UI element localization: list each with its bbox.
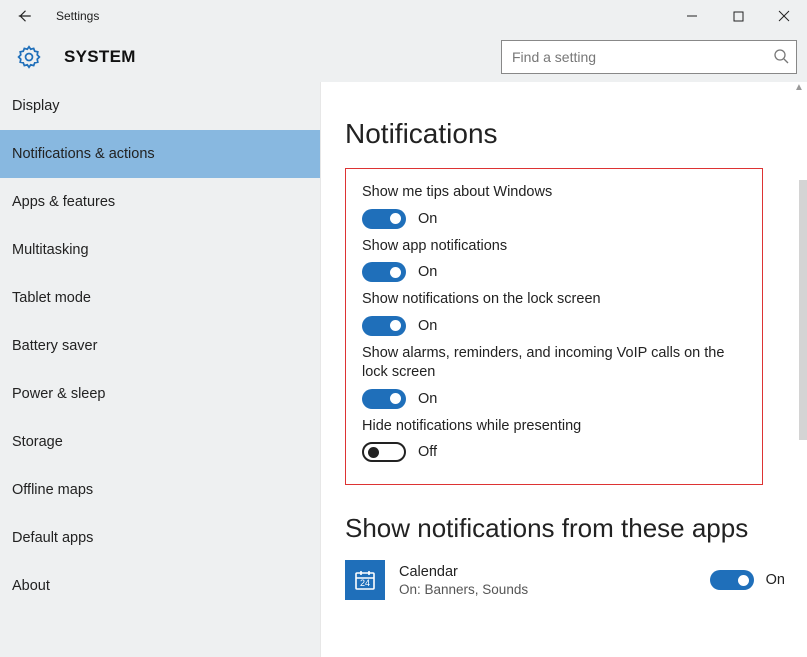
setting-label: Show alarms, reminders, and incoming VoI… xyxy=(362,344,746,383)
window-title: Settings xyxy=(56,9,99,23)
app-name: Calendar xyxy=(399,564,710,580)
setting-label: Show app notifications xyxy=(362,237,746,257)
sidebar-item-multitasking[interactable]: Multitasking xyxy=(0,226,320,274)
window-controls xyxy=(669,0,807,32)
back-arrow-icon xyxy=(15,7,33,25)
sidebar-item-storage[interactable]: Storage xyxy=(0,418,320,466)
sidebar-item-label: Storage xyxy=(12,434,63,450)
sidebar-item-label: Display xyxy=(12,98,60,114)
toggle-knob xyxy=(738,575,749,586)
toggle-knob xyxy=(390,393,401,404)
content-area: ▲ Notifications Show me tips about Windo… xyxy=(320,82,807,657)
section-title: Notifications xyxy=(345,118,807,150)
sidebar-item-label: About xyxy=(12,578,50,594)
titlebar: Settings xyxy=(0,0,807,32)
page-category: SYSTEM xyxy=(64,47,136,67)
back-button[interactable] xyxy=(0,0,48,32)
setting-label: Show notifications on the lock screen xyxy=(362,290,746,310)
app-texts: Calendar On: Banners, Sounds xyxy=(399,564,710,597)
sidebar-item-label: Default apps xyxy=(12,530,93,546)
sidebar-item-default-apps[interactable]: Default apps xyxy=(0,514,320,562)
sidebar: Display Notifications & actions Apps & fea… xyxy=(0,82,320,657)
toggle-knob xyxy=(390,267,401,278)
sidebar-item-notifications-actions[interactable]: Notifications & actions xyxy=(0,130,320,178)
sidebar-item-tablet-mode[interactable]: Tablet mode xyxy=(0,274,320,322)
toggle-row: On xyxy=(362,262,746,282)
highlighted-settings-box: Show me tips about Windows On Show app not… xyxy=(345,168,763,485)
scroll-up-button[interactable]: ▲ xyxy=(792,82,806,96)
app-toggle-switch[interactable] xyxy=(710,570,754,590)
sidebar-item-power-sleep[interactable]: Power & sleep xyxy=(0,370,320,418)
sidebar-item-battery-saver[interactable]: Battery saver xyxy=(0,322,320,370)
sidebar-item-label: Power & sleep xyxy=(12,386,106,402)
sidebar-item-label: Offline maps xyxy=(12,482,93,498)
minimize-button[interactable] xyxy=(669,0,715,32)
close-button[interactable] xyxy=(761,0,807,32)
minimize-icon xyxy=(686,10,698,22)
setting-label: Show me tips about Windows xyxy=(362,183,746,203)
app-toggle-state: On xyxy=(766,572,785,588)
toggle-state-text: On xyxy=(418,264,437,280)
scrollbar-thumb[interactable] xyxy=(799,180,807,440)
maximize-icon xyxy=(733,11,744,22)
toggle-switch[interactable] xyxy=(362,316,406,336)
toggle-knob xyxy=(368,447,379,458)
sidebar-item-label: Apps & features xyxy=(12,194,115,210)
toggle-switch[interactable] xyxy=(362,209,406,229)
sidebar-item-label: Tablet mode xyxy=(12,290,91,306)
search-icon xyxy=(773,48,789,64)
close-icon xyxy=(778,10,790,22)
toggle-row: On xyxy=(362,389,746,409)
toggle-state-text: On xyxy=(418,318,437,334)
sidebar-item-apps-features[interactable]: Apps & features xyxy=(0,178,320,226)
toggle-state-text: On xyxy=(418,391,437,407)
app-detail: On: Banners, Sounds xyxy=(399,582,710,597)
sidebar-item-label: Notifications & actions xyxy=(12,146,155,162)
sidebar-item-label: Battery saver xyxy=(12,338,97,354)
svg-text:24: 24 xyxy=(360,578,370,588)
toggle-switch[interactable] xyxy=(362,389,406,409)
setting-label: Hide notifications while presenting xyxy=(362,417,746,437)
sidebar-item-offline-maps[interactable]: Offline maps xyxy=(0,466,320,514)
app-row[interactable]: 24 Calendar On: Banners, Sounds On xyxy=(345,560,785,600)
toggle-row: Off xyxy=(362,442,746,462)
maximize-button[interactable] xyxy=(715,0,761,32)
search-input[interactable] xyxy=(501,40,797,74)
search-wrap xyxy=(501,40,797,74)
apps-section-title: Show notifications from these apps xyxy=(345,513,807,544)
toggle-switch[interactable] xyxy=(362,442,406,462)
header: SYSTEM xyxy=(0,32,807,82)
toggle-knob xyxy=(390,320,401,331)
toggle-switch[interactable] xyxy=(362,262,406,282)
app-toggle-wrap: On xyxy=(710,570,785,590)
gear-icon xyxy=(16,44,42,70)
toggle-row: On xyxy=(362,316,746,336)
toggle-row: On xyxy=(362,209,746,229)
sidebar-item-display[interactable]: Display xyxy=(0,82,320,130)
sidebar-item-label: Multitasking xyxy=(12,242,89,258)
sidebar-item-about[interactable]: About xyxy=(0,562,320,610)
toggle-knob xyxy=(390,213,401,224)
toggle-state-text: On xyxy=(418,211,437,227)
calendar-icon: 24 xyxy=(345,560,385,600)
toggle-state-text: Off xyxy=(418,444,437,460)
